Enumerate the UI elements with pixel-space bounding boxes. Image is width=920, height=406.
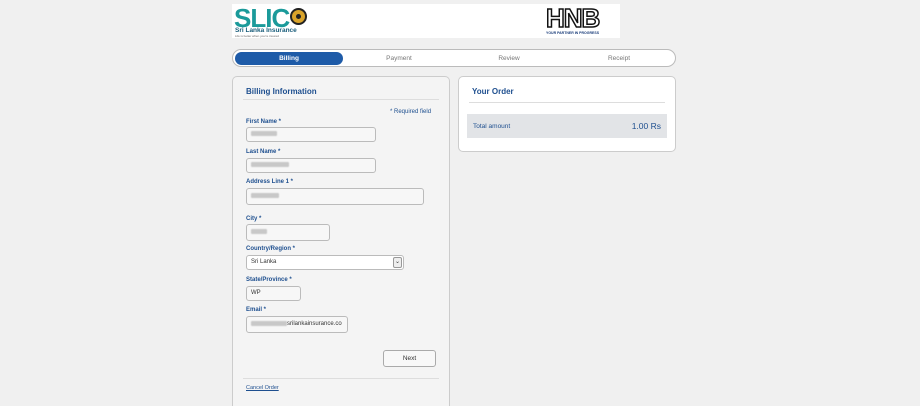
first-name-field[interactable]	[246, 127, 376, 142]
billing-title-divider	[243, 99, 439, 100]
billing-panel: Billing Information * Required field Fir…	[232, 76, 450, 406]
hnb-logo-text: HNB	[545, 3, 601, 33]
address-line-field[interactable]	[246, 188, 424, 205]
step-receipt: Receipt	[607, 55, 631, 62]
total-label: Total amount	[473, 123, 511, 130]
country-select-value: Sri Lanka	[251, 259, 277, 265]
email-label: Email *	[246, 307, 267, 313]
last-name-field[interactable]	[246, 158, 376, 173]
header-banner: SLIC Sri Lanka Insurance Life is better …	[232, 3, 620, 38]
slic-seal-icon	[290, 8, 307, 25]
email-field[interactable]: srilankainsurance.co	[246, 316, 348, 333]
order-title-divider	[469, 102, 665, 103]
state-field[interactable]: WP	[246, 286, 301, 301]
email-value: srilankainsurance.co	[287, 321, 342, 327]
cancel-order-link[interactable]: Cancel Order	[246, 385, 279, 391]
total-row: Total amount 1.00 Rs	[467, 114, 667, 138]
required-note: * Required field	[390, 109, 432, 115]
first-name-label: First Name *	[246, 119, 282, 125]
step-payment: Payment	[386, 55, 412, 62]
billing-title: Billing Information	[246, 87, 317, 96]
hnb-logo: HNB YOUR PARTNER IN PROGRESS	[545, 3, 620, 38]
chevron-down-icon[interactable]: ⌄	[393, 257, 402, 268]
state-value: WP	[251, 290, 261, 296]
slic-logo: SLIC Sri Lanka Insurance Life is better …	[234, 5, 314, 38]
city-label: City *	[246, 216, 262, 222]
state-label: State/Province *	[246, 277, 292, 283]
order-panel: Your Order Total amount 1.00 Rs	[458, 76, 676, 152]
hnb-tagline: YOUR PARTNER IN PROGRESS	[546, 31, 600, 35]
step-review: Review	[498, 55, 520, 62]
checkout-progress: Billing Payment Review Receipt	[232, 49, 676, 67]
order-title: Your Order	[472, 87, 514, 96]
total-value: 1.00 Rs	[631, 121, 661, 131]
slic-tagline: Life is better when you're insured	[235, 34, 279, 38]
country-select[interactable]: Sri Lanka ⌄	[246, 255, 404, 270]
address-line-label: Address Line 1 *	[246, 179, 294, 185]
city-field[interactable]	[246, 224, 330, 241]
country-label: Country/Region *	[246, 246, 295, 252]
step-billing: Billing	[235, 52, 343, 65]
slic-full-name: Sri Lanka Insurance	[235, 27, 297, 34]
footer-divider	[243, 378, 439, 379]
next-button[interactable]: Next	[383, 350, 436, 367]
last-name-label: Last Name *	[246, 149, 281, 155]
